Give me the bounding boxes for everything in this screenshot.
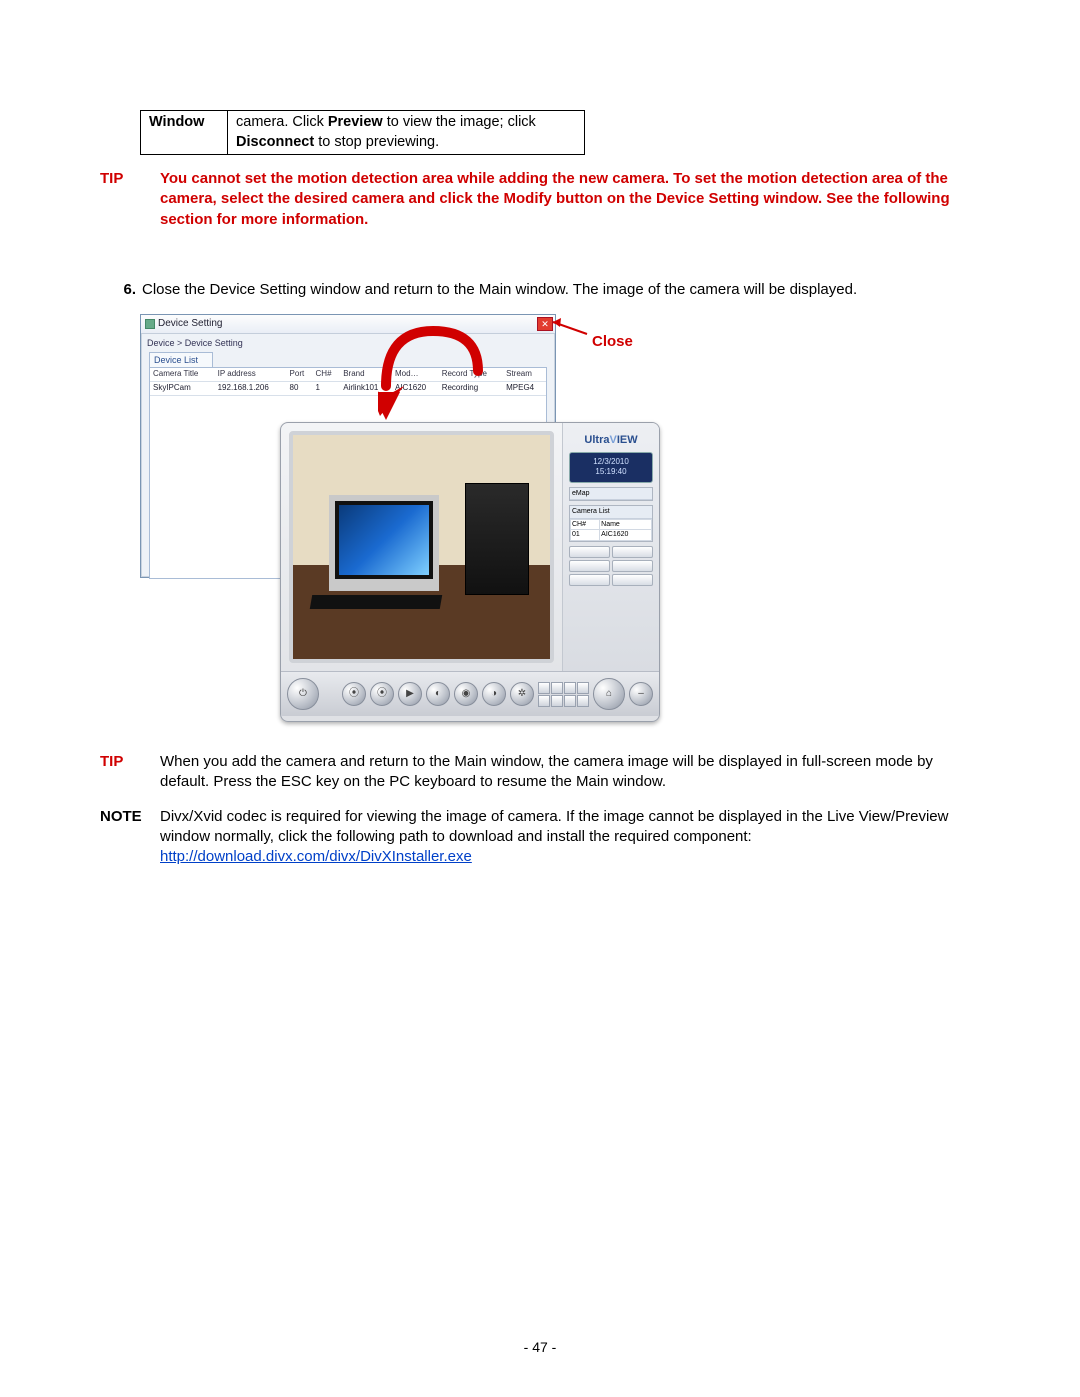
tip-2-text: When you add the camera and return to th… <box>160 752 980 793</box>
layout-button[interactable] <box>577 695 589 707</box>
table-row[interactable]: SkyIPCam 192.168.1.206 80 1 Airlink101 A… <box>150 381 546 395</box>
snapshot-button[interactable]: ◉ <box>454 682 478 706</box>
close-callout-label: Close <box>592 332 633 352</box>
toolbar-button[interactable]: ◑ <box>482 682 506 706</box>
tab-device-list[interactable]: Device List <box>149 352 213 367</box>
tip-2: TIP When you add the camera and return t… <box>100 752 980 793</box>
layout-button[interactable] <box>564 695 576 707</box>
keyboard-icon <box>310 595 442 609</box>
settings-button[interactable]: ✲ <box>510 682 534 706</box>
device-setting-title: Device Setting <box>158 317 222 331</box>
home-button[interactable]: ⌂ <box>593 678 625 710</box>
layout-button[interactable] <box>577 682 589 694</box>
note: NOTE Divx/Xvid codec is required for vie… <box>100 807 980 868</box>
pc-tower-icon <box>465 483 529 595</box>
ultraview-toolbar: ⏻ ⦿ ⦿ ▶ ◐ ◉ ◑ ✲ ⌂ – <box>281 671 659 716</box>
side-button[interactable] <box>612 546 653 558</box>
monitor-icon <box>329 495 439 591</box>
emap-box[interactable]: eMap <box>569 487 653 501</box>
ultraview-sidebar: UltraVIEW 12/3/2010 15:19:40 eMap Camera… <box>562 423 659 671</box>
device-list-table: Camera Title IP address Port CH# Brand M… <box>150 368 546 396</box>
app-icon <box>145 319 155 329</box>
tip-1: TIP You cannot set the motion detection … <box>100 169 980 230</box>
step-6-num: 6. <box>100 280 142 300</box>
tip-label: TIP <box>100 169 160 230</box>
camera-preview <box>289 431 554 663</box>
side-button[interactable] <box>612 560 653 572</box>
record-all-button[interactable]: ⦿ <box>370 682 394 706</box>
screenshot-composite: Device Setting ✕ Device > Device Setting… <box>140 314 660 722</box>
minimize-button[interactable]: – <box>629 682 653 706</box>
side-button[interactable] <box>569 560 610 572</box>
breadcrumb: Device > Device Setting <box>141 334 555 352</box>
device-setting-titlebar: Device Setting <box>141 315 555 334</box>
datetime-display: 12/3/2010 15:19:40 <box>569 452 653 483</box>
side-button[interactable] <box>569 574 610 586</box>
layout-button[interactable] <box>551 695 563 707</box>
schedule-button[interactable]: ◐ <box>426 682 450 706</box>
window-table-left: Window <box>141 111 228 155</box>
layout-button[interactable] <box>538 682 550 694</box>
layout-button[interactable] <box>564 682 576 694</box>
page-number: - 47 - <box>0 1338 1080 1357</box>
record-button[interactable]: ⦿ <box>342 682 366 706</box>
play-button[interactable]: ▶ <box>398 682 422 706</box>
tip-1-text: You cannot set the motion detection area… <box>160 169 980 230</box>
note-label: NOTE <box>100 807 160 868</box>
window-table: Window camera. Click Preview to view the… <box>140 110 585 155</box>
camera-list-box: Camera List CH#Name 01AIC1620 <box>569 505 653 541</box>
layout-button[interactable] <box>538 695 550 707</box>
tip-label: TIP <box>100 752 160 793</box>
close-button[interactable]: ✕ <box>537 317 553 331</box>
side-button[interactable] <box>569 546 610 558</box>
table-header-row: Camera Title IP address Port CH# Brand M… <box>150 368 546 381</box>
step-6-text: Close the Device Setting window and retu… <box>142 280 980 300</box>
side-button-group <box>569 546 653 586</box>
camera-list-row[interactable]: 01AIC1620 <box>571 530 652 540</box>
window-table-right: camera. Click Preview to view the image;… <box>228 111 585 155</box>
ultraview-logo: UltraVIEW <box>567 433 655 448</box>
layout-button[interactable] <box>551 682 563 694</box>
step-6: 6. Close the Device Setting window and r… <box>100 280 980 300</box>
divx-link[interactable]: http://download.divx.com/divx/DivXInstal… <box>160 848 472 865</box>
power-button[interactable]: ⏻ <box>287 678 319 710</box>
side-button[interactable] <box>612 574 653 586</box>
close-pointer-line <box>553 319 593 337</box>
ultraview-window: UltraVIEW 12/3/2010 15:19:40 eMap Camera… <box>280 422 660 722</box>
note-text: Divx/Xvid codec is required for viewing … <box>160 807 980 868</box>
layout-grid-buttons <box>538 682 589 707</box>
